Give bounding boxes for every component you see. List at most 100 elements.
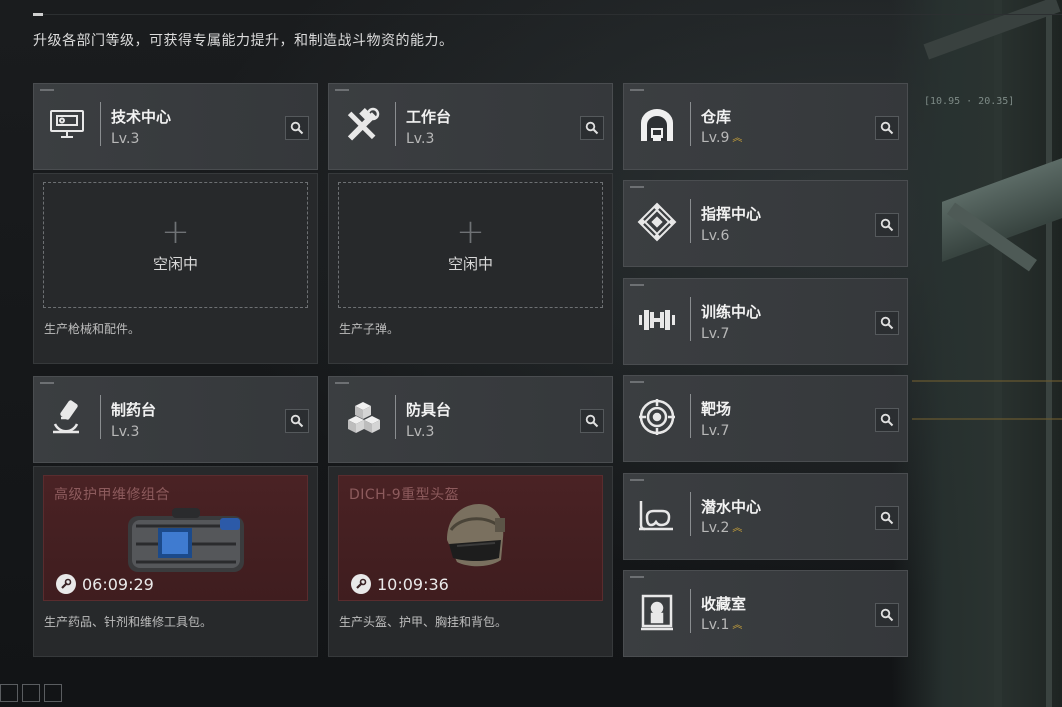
search-button[interactable] [580,409,604,433]
department-card-shooting-range[interactable]: 靶场 Lv.7 [623,375,908,462]
warehouse-icon [634,102,680,148]
search-button[interactable] [875,311,899,335]
helmet-image [439,500,509,576]
production-panel-pharmacy: 高级护甲维修组合 06:09:29 生产药品、针剂和维修工具包。 [33,466,318,657]
cubes-icon [339,395,385,441]
department-level: Lv.9 [701,130,730,146]
department-card-command-center[interactable]: 指挥中心 Lv.6 [623,180,908,267]
search-button[interactable] [875,603,899,627]
department-level: Lv.7 [701,326,730,342]
header-marker [33,13,43,16]
production-description: 生产药品、针剂和维修工具包。 [44,615,213,629]
card-separator [100,395,101,439]
department-card-training-center[interactable]: 训练中心 Lv.7 [623,278,908,365]
production-description: 生产子弹。 [339,322,400,336]
search-icon [880,413,894,427]
plus-icon: + [456,211,485,252]
department-name: 工作台 [406,108,452,126]
idle-slot[interactable]: + 空闲中 [338,182,603,308]
header-divider [33,14,1062,15]
hud-readout: [10.95 · 20.35] [924,96,1015,107]
card-tag [630,479,644,481]
upgrade-chevron-icon: ︽ [732,132,743,144]
target-icon [634,394,680,440]
search-icon [880,511,894,525]
department-name: 潜水中心 [701,498,762,516]
department-level: Lv.3 [406,131,435,147]
department-card-armor[interactable]: 防具台 Lv.3 [328,376,613,463]
search-button[interactable] [875,408,899,432]
card-tag [40,382,54,384]
search-icon [880,608,894,622]
department-name: 训练中心 [701,303,762,321]
dumbbell-icon [634,297,680,343]
level-row: Lv.9 ︽ [701,130,742,146]
department-level: Lv.1 [701,617,730,633]
department-name: 制药台 [111,401,157,419]
production-timer: 10:09:36 [351,574,449,594]
production-panel-workbench: + 空闲中 生产子弹。 [328,173,613,364]
card-separator [690,199,691,243]
production-slot-active[interactable]: 高级护甲维修组合 06:09:29 [43,475,308,601]
page-subtitle: 升级各部门等级，可获得专属能力提升，和制造战斗物资的能力。 [33,33,454,49]
department-card-warehouse[interactable]: 仓库 Lv.9 ︽ [623,83,908,170]
department-name: 技术中心 [111,108,172,126]
bottom-toolbar [0,684,62,702]
card-tag [335,89,349,91]
card-tag [630,186,644,188]
search-icon [585,121,599,135]
wrench-clock-icon [56,574,76,594]
department-card-workbench[interactable]: 工作台 Lv.3 [328,83,613,170]
department-level: Lv.3 [406,424,435,440]
computer-icon [44,102,90,148]
production-description: 生产枪械和配件。 [44,322,141,336]
department-name: 靶场 [701,400,732,418]
background-railing [912,380,1062,420]
search-button[interactable] [580,116,604,140]
production-time: 10:09:36 [377,574,449,594]
upgrade-chevron-icon: ︽ [732,619,743,631]
production-panel-tech-center: + 空闲中 生产枪械和配件。 [33,173,318,364]
search-button[interactable] [875,506,899,530]
idle-slot[interactable]: + 空闲中 [43,182,308,308]
search-icon [290,121,304,135]
toolbar-square-icon[interactable] [44,684,62,702]
command-icon [634,199,680,245]
search-button[interactable] [285,409,309,433]
search-button[interactable] [875,116,899,140]
production-timer: 06:09:29 [56,574,154,594]
department-name: 收藏室 [701,595,747,613]
department-card-tech-center[interactable]: 技术中心 Lv.3 [33,83,318,170]
display-case-icon [634,589,680,635]
card-separator [690,394,691,438]
toolbar-square-icon[interactable] [0,684,18,702]
tools-icon [339,102,385,148]
department-level: Lv.2 [701,520,730,536]
toolbar-square-icon[interactable] [22,684,40,702]
department-card-diving-center[interactable]: 潜水中心 Lv.2 ︽ [623,473,908,560]
department-level: Lv.6 [701,228,730,244]
department-name: 防具台 [406,401,452,419]
wrench-clock-icon [351,574,371,594]
background-pillar [1046,0,1052,707]
production-item-name: 高级护甲维修组合 [54,487,170,503]
card-separator [690,102,691,146]
idle-status: 空闲中 [152,254,198,273]
card-separator [100,102,101,146]
card-separator [690,589,691,633]
production-slot-active[interactable]: DICH-9重型头盔 10:09:36 [338,475,603,601]
production-time: 06:09:29 [82,574,154,594]
search-button[interactable] [285,116,309,140]
search-button[interactable] [875,213,899,237]
department-name: 仓库 [701,108,732,126]
department-card-collection-room[interactable]: 收藏室 Lv.1 ︽ [623,570,908,657]
card-tag [630,381,644,383]
department-level: Lv.3 [111,131,140,147]
card-separator [690,492,691,536]
production-description: 生产头盔、护甲、胸挂和背包。 [339,615,508,629]
card-tag [630,576,644,578]
department-card-pharmacy[interactable]: 制药台 Lv.3 [33,376,318,463]
card-separator [690,297,691,341]
diving-mask-icon [634,492,680,538]
search-icon [585,414,599,428]
